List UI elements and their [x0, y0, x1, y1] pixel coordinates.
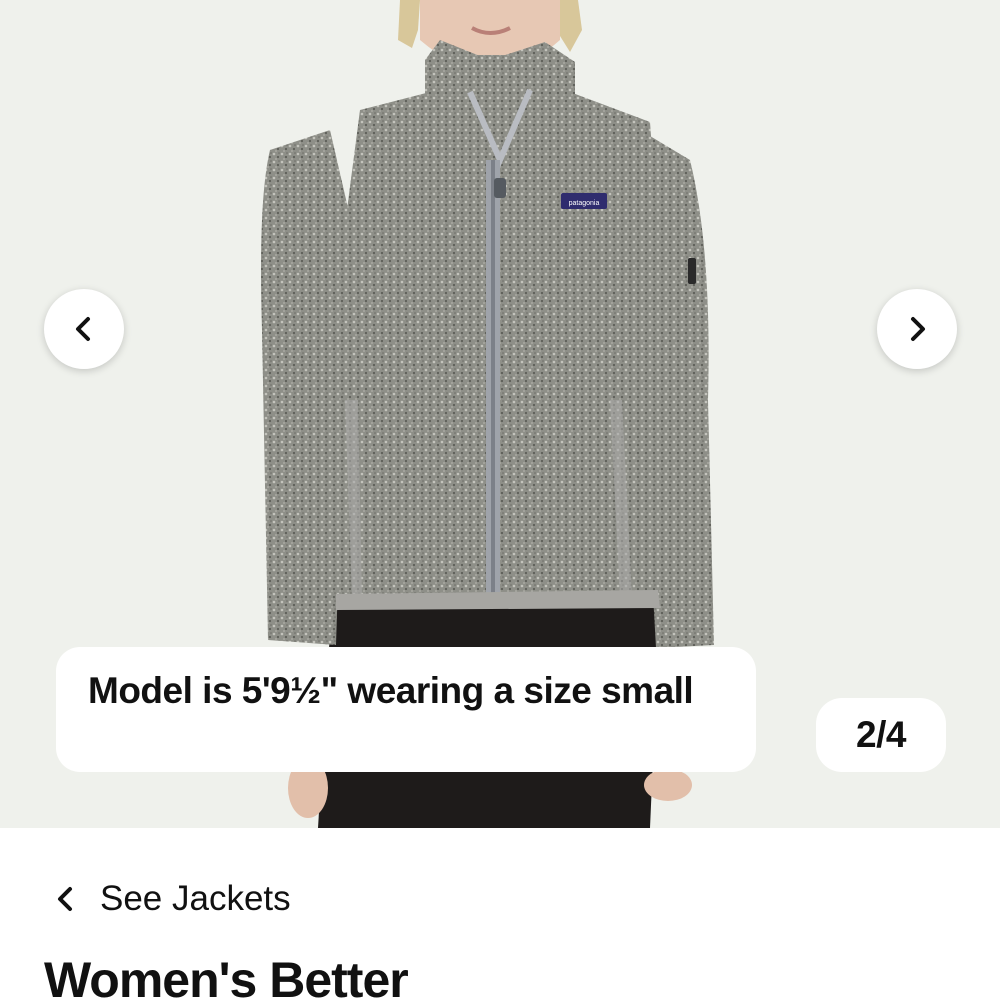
product-image-gallery[interactable]: patagonia Model is 5'9½" wearing a size … [0, 0, 1000, 828]
chevron-left-icon [76, 317, 90, 341]
next-image-button[interactable] [877, 289, 957, 369]
image-caption: Model is 5'9½" wearing a size small [56, 647, 756, 772]
brand-patch-text: patagonia [569, 200, 600, 207]
chevron-left-icon [58, 887, 72, 911]
see-jackets-link[interactable]: See Jackets [52, 874, 291, 924]
previous-image-button[interactable] [44, 289, 124, 369]
image-counter: 2/4 [816, 698, 946, 772]
product-title: Women's Better [44, 952, 409, 1000]
see-jackets-label: See Jackets [100, 879, 291, 918]
chevron-right-icon [911, 317, 925, 341]
